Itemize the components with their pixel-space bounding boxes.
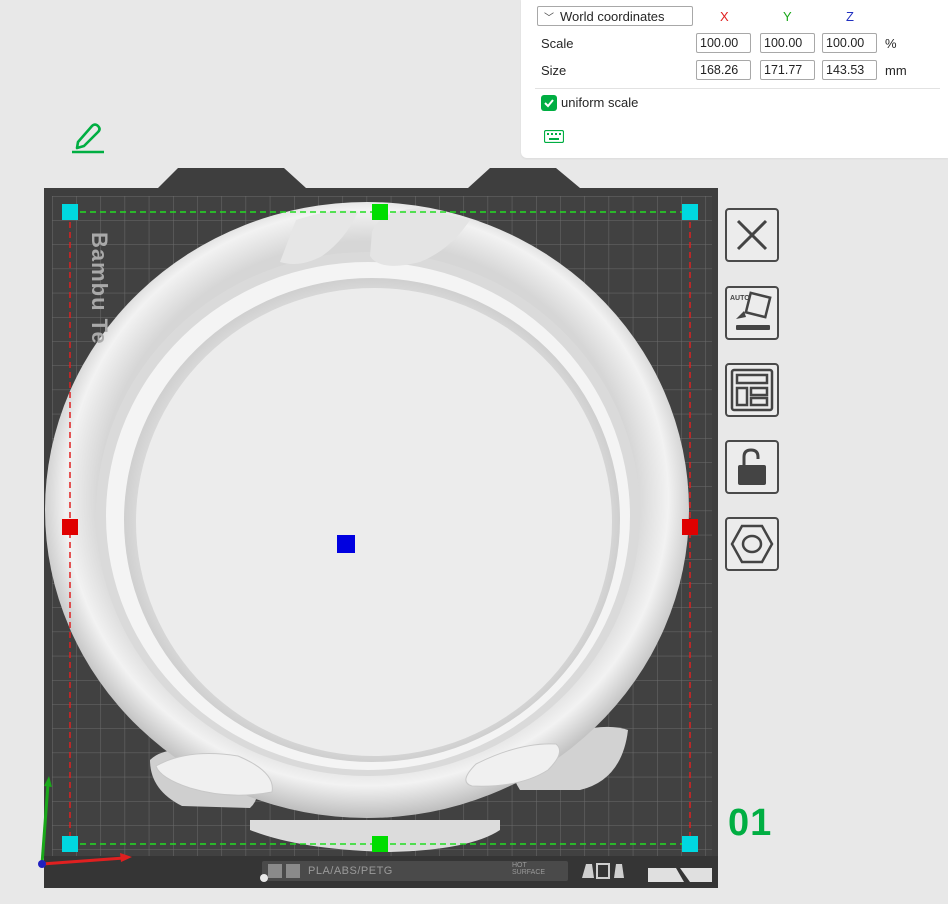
axis-z-header: Z [846,9,854,24]
panel-divider [535,88,940,89]
axis-y-header: Y [783,9,792,24]
auto-orient-icon: AUTO [730,291,772,330]
y-handle-top[interactable] [372,204,388,220]
y-handle-bottom[interactable] [372,836,388,852]
coordinate-system-dropdown[interactable]: ﹀ World coordinates [537,6,693,26]
size-unit: mm [885,63,907,78]
bed-brand-label: Bambu Te [87,232,112,345]
scale-z-input[interactable] [822,33,877,53]
size-y-input[interactable] [760,60,815,80]
scale-x-input[interactable] [696,33,751,53]
arrange-button[interactable] [725,363,779,417]
close-icon [736,219,768,251]
scale-panel: ﹀ World coordinates X Y Z Scale % Size m… [521,0,948,158]
arrange-icon [730,368,774,412]
size-x-input[interactable] [696,60,751,80]
scale-y-input[interactable] [760,33,815,53]
coordinate-system-value: World coordinates [560,8,665,24]
corner-handle-bottom-left[interactable] [62,836,78,852]
filament-types-label: PLA/ABS/PETG [308,865,393,877]
chevron-down-icon: ﹀ [544,12,554,24]
x-handle-right[interactable] [682,519,698,535]
size-z-input[interactable] [822,60,877,80]
corner-handle-top-left[interactable] [62,204,78,220]
hex-button[interactable] [725,517,779,571]
uniform-scale-checkbox[interactable] [541,95,557,111]
scale-unit: % [885,36,897,51]
corner-handle-top-right[interactable] [682,204,698,220]
x-handle-left[interactable] [62,519,78,535]
keyboard-icon[interactable] [544,130,564,143]
close-button[interactable] [725,208,779,262]
auto-orient-button[interactable]: AUTO [725,286,779,340]
size-label: Size [541,63,567,78]
checkmark-icon [544,99,554,108]
hot-surface-label: HOT SURFACE [512,862,546,876]
hex-nut-icon [730,524,774,564]
edit-pencil-icon[interactable] [70,120,106,154]
uniform-scale-label: uniform scale [561,95,639,110]
svg-text:AUTO: AUTO [730,295,750,302]
corner-handle-bottom-right[interactable] [682,836,698,852]
lock-button[interactable] [725,440,779,494]
unlock-icon [738,448,766,485]
scale-label: Scale [541,36,574,51]
z-handle-center[interactable] [337,535,355,553]
plate-number[interactable]: 01 [728,802,772,845]
axis-x-header: X [720,9,729,24]
